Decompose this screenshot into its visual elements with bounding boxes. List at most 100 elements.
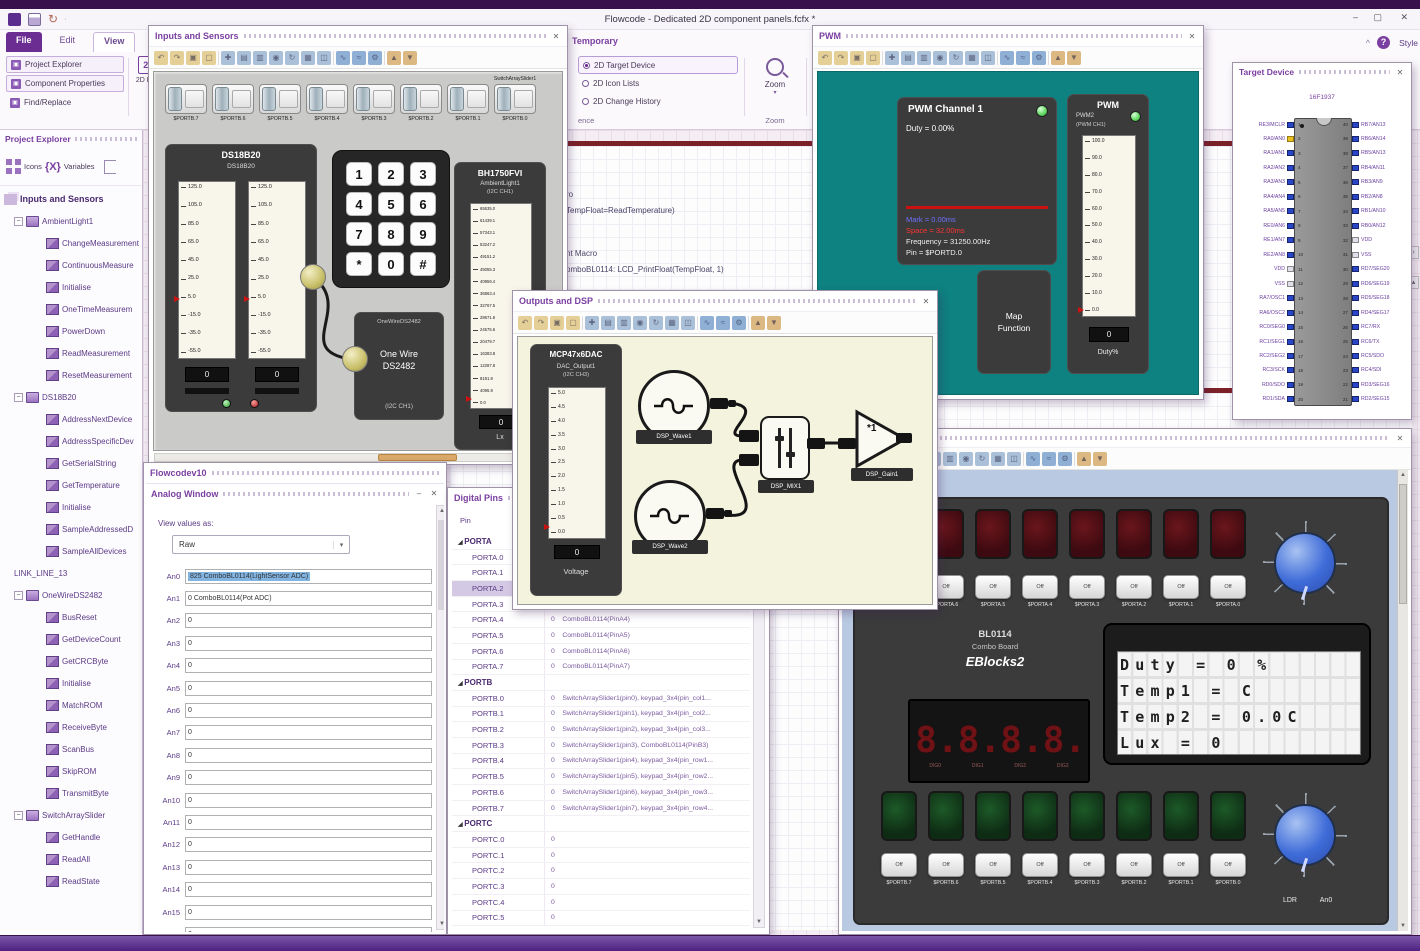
toolbar-icon[interactable]: ⚙ [368, 50, 382, 65]
expander-icon[interactable] [14, 392, 23, 402]
toolbar-icon[interactable]: ⚙ [1032, 50, 1046, 65]
digital-row[interactable]: PORTC.3 0 [452, 879, 750, 895]
analog-value-field[interactable]: 0 [185, 882, 432, 898]
toolbar-icon[interactable]: ▲ [387, 50, 401, 65]
toolbar-icon[interactable] [384, 50, 385, 65]
analog-value-field[interactable]: 0 [185, 792, 432, 808]
digital-row[interactable]: PORTB [452, 675, 750, 691]
toolbar-icon[interactable]: ∿ [1026, 451, 1040, 466]
zoom-button[interactable]: Zoom ▾ [752, 58, 798, 96]
duty-scale[interactable]: 100.0 90.0 80.0 70.0 60.0 50.0 40.0 30.0 20.0 10.… [1082, 135, 1136, 317]
panel-header[interactable]: Project Explorer [0, 130, 142, 148]
dsp-connector[interactable] [739, 430, 759, 442]
board-switch[interactable]: Off [1163, 575, 1199, 599]
window-titlebar[interactable]: Outputs and DSP ✕ [513, 291, 937, 311]
icons-grid-icon[interactable] [6, 159, 21, 174]
toolbar-icon[interactable]: ▤ [601, 315, 615, 330]
board-switch[interactable]: Off [881, 853, 917, 877]
ribbon-collapse-icon[interactable]: ^ [1366, 38, 1370, 48]
toolbar-icon[interactable]: ∿ [1000, 50, 1014, 65]
toolbar-icon[interactable]: ≈ [352, 50, 366, 65]
expander-icon[interactable] [14, 216, 23, 226]
board-switch[interactable]: Off [1210, 853, 1246, 877]
keypad-key[interactable]: 0 [378, 252, 404, 276]
icons-label[interactable]: Icons [24, 162, 42, 171]
toolbar-icon[interactable] [697, 315, 698, 330]
tree-item[interactable]: AmbientLight1 [2, 210, 142, 232]
keypad-key[interactable]: 9 [410, 222, 436, 246]
toolbar-icon[interactable] [1074, 451, 1075, 466]
pot-knob[interactable] [1263, 521, 1347, 605]
dsp-connector[interactable] [710, 398, 728, 409]
toggle-switch[interactable] [165, 84, 207, 114]
close-icon[interactable]: ✕ [551, 32, 561, 41]
analog-value-field[interactable]: 0 [185, 814, 432, 830]
analog-value-field[interactable]: 0 [185, 747, 432, 763]
window-titlebar[interactable]: Inputs and Sensors ✕ [149, 26, 567, 46]
toggle-switch[interactable] [259, 84, 301, 114]
toolbar-icon[interactable]: ◉ [959, 451, 973, 466]
vertical-scrollbar[interactable]: ▲ ▼ [1397, 470, 1408, 931]
tree-item[interactable]: GetTemperature [2, 474, 142, 496]
toolbar-icon[interactable]: ▤ [237, 50, 251, 65]
maximize-button[interactable]: ▢ [1373, 12, 1382, 23]
board-switch[interactable]: Off [1116, 853, 1152, 877]
toolbar-icon[interactable] [333, 50, 334, 65]
keypad-key[interactable]: 1 [346, 162, 372, 186]
ribbon-button[interactable]: ▣ Component Properties [6, 75, 124, 92]
tree-item[interactable]: SampleAllDevices [2, 540, 142, 562]
toolbar-icon[interactable]: ▢ [566, 315, 580, 330]
keypad-key[interactable]: 2 [378, 162, 404, 186]
toolbar-icon[interactable]: ▲ [1077, 451, 1091, 466]
toolbar-icon[interactable]: ↶ [518, 315, 532, 330]
toolbar-icon[interactable]: ▥ [253, 50, 267, 65]
keypad-key[interactable]: * [346, 252, 372, 276]
horizontal-scrollbar[interactable] [154, 453, 562, 462]
toolbar-icon[interactable]: ∿ [700, 315, 714, 330]
toolbar-icon[interactable] [1023, 451, 1024, 466]
tree-item[interactable]: MatchROM [2, 694, 142, 716]
digital-row[interactable]: PORTC.1 0 [452, 847, 750, 864]
board-switch[interactable]: Off [975, 575, 1011, 599]
toolbar-icon[interactable] [582, 315, 583, 330]
toolbar-icon[interactable]: ↻ [649, 315, 663, 330]
window-titlebar[interactable]: PWM ✕ [813, 26, 1203, 46]
toolbar-icon[interactable]: ▣ [186, 50, 200, 65]
style-menu[interactable]: Style [1399, 38, 1418, 48]
pwm-duty-slider-component[interactable]: PWM PWM2 (PWM CH1) 100.0 90.0 80.0 70.0 60.0… [1067, 94, 1149, 374]
ribbon-radio-option[interactable]: 2D Change History [578, 92, 738, 110]
expander-icon[interactable] [14, 810, 23, 820]
dsp-connector[interactable] [739, 454, 759, 466]
toolbar-icon[interactable]: ◫ [1007, 451, 1021, 466]
toolbar-icon[interactable]: ▣ [550, 315, 564, 330]
analog-value-field[interactable]: 0 [185, 635, 432, 651]
digital-row[interactable]: PORTB.5 0 SwitchArraySlider1(pin5), keyp… [452, 769, 750, 785]
toolbar-icon[interactable] [882, 50, 883, 65]
toolbar-icon[interactable]: ▲ [751, 315, 765, 330]
toolbar-icon[interactable]: ▼ [1067, 50, 1081, 65]
ribbon-tab[interactable]: File [6, 32, 42, 52]
analog-value-field[interactable]: 0 [185, 703, 432, 719]
toolbar-icon[interactable] [748, 315, 749, 330]
toolbar-icon[interactable]: ⚙ [1058, 451, 1072, 466]
board-switch[interactable]: Off [1116, 575, 1152, 599]
view-values-dropdown[interactable]: Raw ▾ [172, 535, 350, 554]
toolbar-icon[interactable]: ↷ [170, 50, 184, 65]
variables-label[interactable]: Variables [64, 162, 95, 171]
variables-icon[interactable]: {X} [45, 161, 61, 173]
digital-row[interactable]: PORTB.1 0 SwitchArraySlider1(pin1), keyp… [452, 706, 750, 723]
window-titlebar[interactable]: Target Device ✕ [1233, 63, 1411, 81]
board-switch[interactable]: Off [1069, 575, 1105, 599]
expander-icon[interactable] [14, 590, 23, 600]
toolbar-icon[interactable]: ▦ [665, 315, 679, 330]
toolbar-icon[interactable]: ≈ [1016, 50, 1030, 65]
tree-item[interactable]: ChangeMeasurement [2, 232, 142, 254]
toolbar-icon[interactable]: ◉ [269, 50, 283, 65]
tree-item[interactable]: GetHandle [2, 826, 142, 848]
ribbon-tab[interactable]: View [93, 32, 136, 52]
help-icon[interactable]: ? [1377, 36, 1390, 49]
digital-row[interactable]: PORTB.2 0 SwitchArraySlider1(pin2), keyp… [452, 722, 750, 738]
analog-value-field[interactable]: 0 [185, 926, 432, 932]
tree-item[interactable]: ReadMeasurement [2, 342, 142, 364]
close-icon[interactable]: ✕ [1395, 434, 1405, 443]
